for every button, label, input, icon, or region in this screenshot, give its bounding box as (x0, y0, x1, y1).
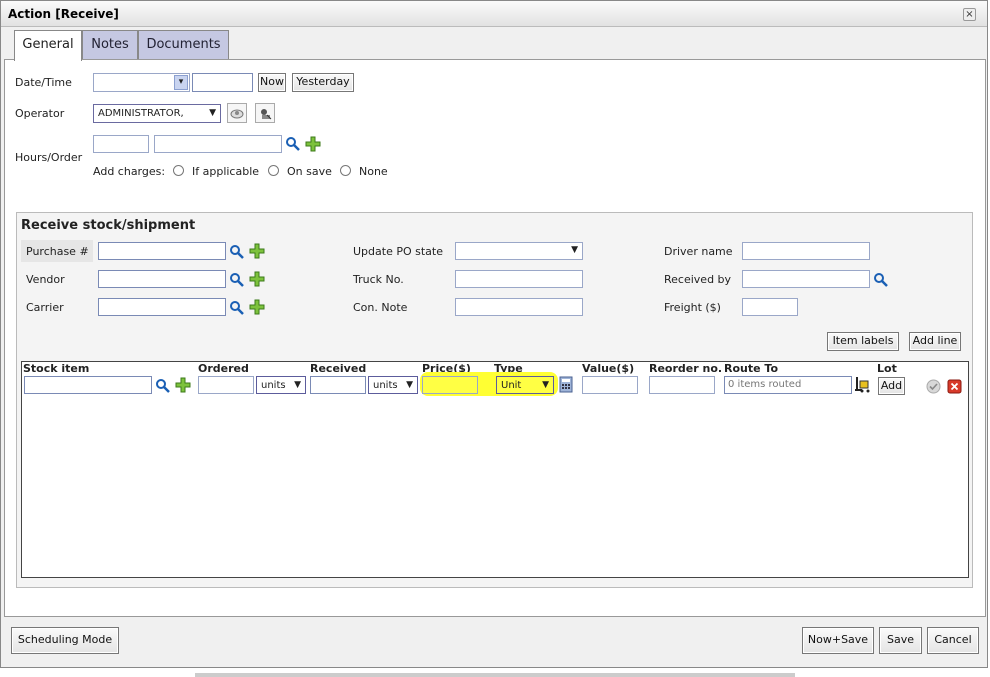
type-select[interactable]: Unit ▼ (496, 376, 554, 394)
radio-on-save[interactable] (268, 165, 279, 176)
dropdown-arrow-icon: ▼ (406, 380, 413, 390)
ordered-unit-select[interactable]: units ▼ (256, 376, 306, 394)
received-by-input[interactable] (742, 270, 870, 288)
price-input[interactable] (422, 376, 478, 394)
reorder-input[interactable] (649, 376, 715, 394)
col-route-to: Route To (724, 362, 779, 375)
search-icon[interactable] (155, 378, 170, 396)
receive-title: Receive stock/shipment (21, 218, 196, 233)
col-ordered: Ordered (198, 362, 249, 375)
if-applicable-label: If applicable (192, 165, 260, 178)
add-icon[interactable] (249, 243, 265, 262)
scroll-strip (195, 673, 795, 677)
freight-input[interactable] (742, 298, 798, 316)
none-label: None (359, 165, 388, 178)
calculator-icon[interactable] (559, 376, 573, 396)
operator-select[interactable]: ADMINISTRATOR, ▼ (93, 104, 221, 123)
con-note-label: Con. Note (353, 301, 408, 314)
purchase-label: Purchase # (26, 245, 89, 258)
ordered-input[interactable] (198, 376, 254, 394)
operator-pick-icon[interactable] (227, 103, 247, 123)
now-save-button[interactable]: Now+Save (802, 627, 874, 654)
chevron-down-icon[interactable]: ▾ (174, 75, 188, 90)
add-icon[interactable] (305, 136, 321, 155)
order-input[interactable] (154, 135, 282, 153)
vendor-input[interactable] (98, 270, 226, 288)
driver-input[interactable] (742, 242, 870, 260)
update-po-label: Update PO state (353, 245, 443, 258)
add-icon[interactable] (249, 299, 265, 318)
received-input[interactable] (310, 376, 366, 394)
route-to-input[interactable]: 0 items routed (724, 376, 852, 394)
search-icon[interactable] (873, 272, 888, 290)
cancel-button[interactable]: Cancel (927, 627, 979, 654)
truck-input[interactable] (455, 270, 583, 288)
dropdown-arrow-icon: ▼ (294, 380, 301, 390)
dropdown-arrow-icon: ▼ (542, 380, 549, 390)
search-icon[interactable] (229, 300, 244, 318)
window-title: Action [Receive] (8, 7, 119, 21)
stock-item-input[interactable] (24, 376, 152, 394)
dropdown-arrow-icon: ▼ (571, 245, 578, 255)
radio-if-applicable[interactable] (173, 165, 184, 176)
received-unit-value: units (373, 380, 398, 391)
tab-notes[interactable]: Notes (82, 30, 138, 60)
con-note-input[interactable] (455, 298, 583, 316)
scheduling-mode-button[interactable]: Scheduling Mode (11, 627, 119, 654)
received-by-label: Received by (664, 273, 732, 286)
carrier-label: Carrier (26, 301, 64, 314)
forklift-icon[interactable] (854, 376, 872, 396)
on-save-label: On save (287, 165, 332, 178)
update-po-select[interactable]: ▼ (455, 242, 583, 260)
date-time-label: Date/Time (15, 76, 72, 89)
add-icon[interactable] (249, 271, 265, 290)
ordered-unit-value: units (261, 380, 286, 391)
value-input[interactable] (582, 376, 638, 394)
add-charges-label: Add charges: (93, 165, 166, 178)
tab-documents[interactable]: Documents (138, 30, 229, 60)
truck-label: Truck No. (353, 273, 404, 286)
search-icon[interactable] (285, 136, 300, 154)
hours-input[interactable] (93, 135, 149, 153)
confirm-icon[interactable] (926, 379, 941, 397)
yesterday-button[interactable]: Yesterday (292, 73, 354, 92)
operator-value: ADMINISTRATOR, (98, 108, 184, 119)
now-button[interactable]: Now (258, 73, 286, 92)
type-value: Unit (501, 380, 522, 391)
carrier-input[interactable] (98, 298, 226, 316)
save-button[interactable]: Save (879, 627, 922, 654)
received-unit-select[interactable]: units ▼ (368, 376, 418, 394)
lot-add-button[interactable]: Add (878, 377, 905, 395)
time-input[interactable] (192, 73, 253, 92)
vendor-label: Vendor (26, 273, 65, 286)
freight-label: Freight ($) (664, 301, 721, 314)
col-received: Received (310, 362, 367, 375)
radio-none[interactable] (340, 165, 351, 176)
operator-label: Operator (15, 107, 65, 120)
search-icon[interactable] (229, 244, 244, 262)
col-value: Value($) (582, 362, 635, 375)
col-stock-item: Stock item (23, 362, 90, 375)
dropdown-arrow-icon: ▼ (209, 108, 216, 118)
operator-lookup-icon[interactable] (255, 103, 275, 123)
add-line-button[interactable]: Add line (909, 332, 961, 351)
col-reorder: Reorder no. (649, 362, 723, 375)
add-icon[interactable] (175, 377, 191, 396)
purchase-input[interactable] (98, 242, 226, 260)
col-lot: Lot (877, 362, 897, 375)
item-labels-button[interactable]: Item labels (827, 332, 899, 351)
hours-order-label: Hours/Order (15, 151, 83, 164)
title-bar (1, 1, 987, 27)
date-select[interactable]: ▾ (93, 73, 190, 92)
close-icon[interactable]: × (963, 8, 976, 21)
search-icon[interactable] (229, 272, 244, 290)
tab-general[interactable]: General (14, 30, 82, 61)
delete-icon[interactable] (947, 379, 962, 397)
driver-label: Driver name (664, 245, 733, 258)
